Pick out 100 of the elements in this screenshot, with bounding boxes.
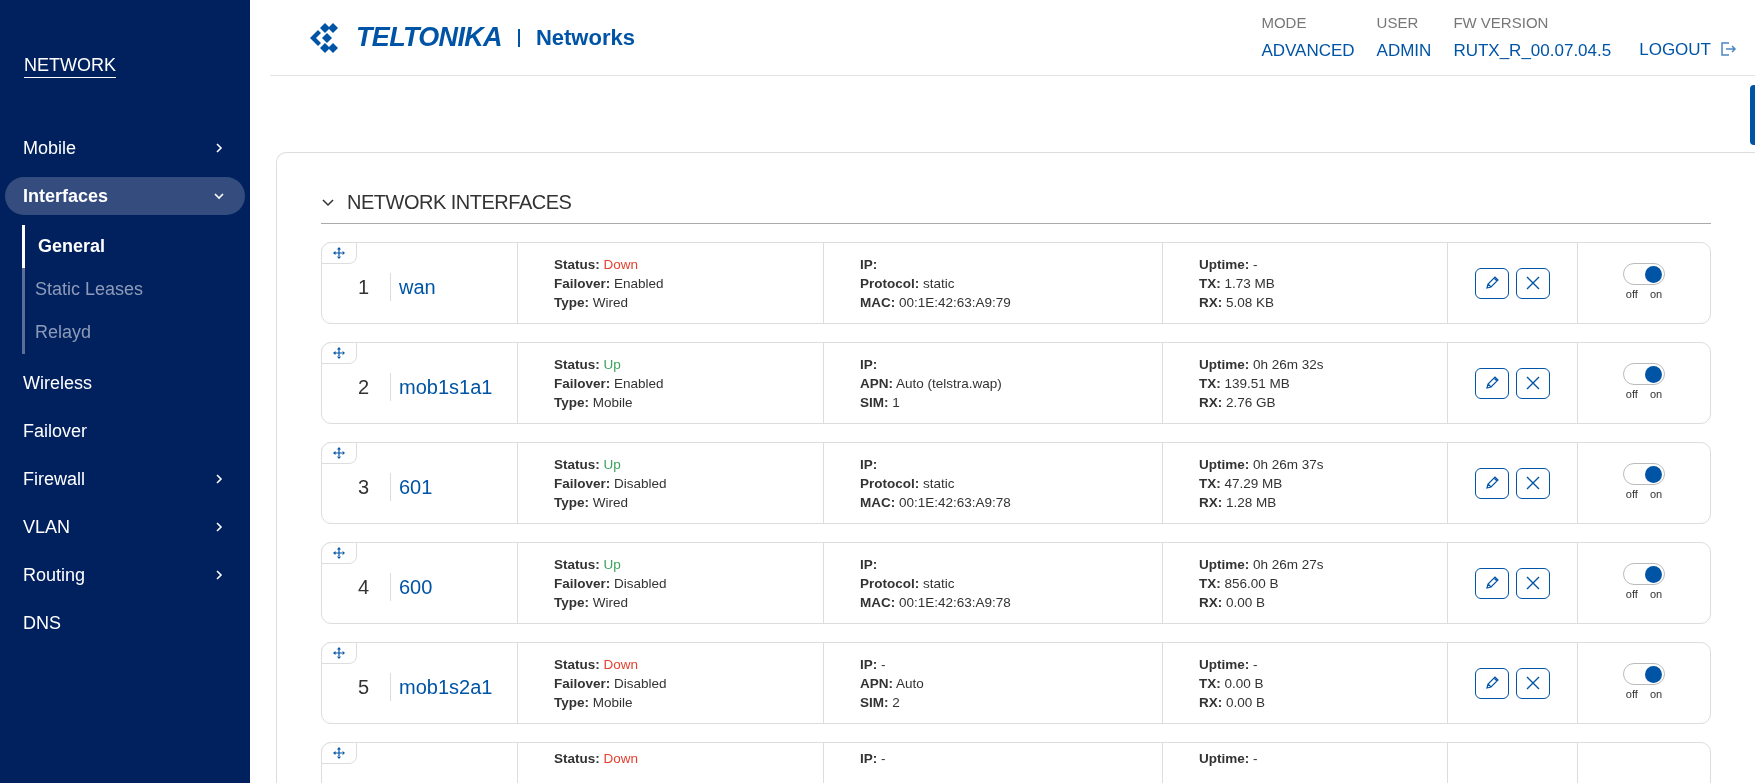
interface-name[interactable]: 601 (399, 472, 433, 502)
sidebar-item[interactable]: Wireless (5, 364, 245, 402)
edit-button[interactable] (1475, 667, 1509, 699)
field-text: Uptime: 0h 26m 27s (1199, 555, 1325, 574)
info-label: USER (1376, 12, 1420, 33)
drag-handle[interactable] (321, 242, 357, 264)
status-text: Status: Down (554, 655, 640, 674)
toggle-off-label: off (1625, 687, 1638, 703)
field-text: RX: 1.28 MB (1199, 493, 1278, 512)
status-text: Status: Up (554, 555, 622, 574)
field-text: IP: - (860, 655, 887, 674)
product-name: Networks (535, 24, 635, 52)
sidebar-item[interactable]: Firewall (5, 460, 245, 498)
interface-name[interactable]: wan (399, 272, 436, 302)
sidebar-item[interactable]: DNS (5, 604, 245, 642)
status-text: Status: Down (554, 255, 640, 274)
chevron-icon (213, 569, 225, 581)
submenu-item[interactable]: General (22, 225, 250, 268)
row-index: 4 (358, 575, 371, 600)
field-text: MAC: 00:1E:42:63:A9:78 (860, 493, 1012, 512)
delete-button[interactable] (1516, 367, 1550, 399)
delete-button[interactable] (1516, 567, 1550, 599)
sidebar-item[interactable]: Mobile (5, 129, 245, 167)
sidebar-item[interactable]: Interfaces (5, 177, 245, 215)
chevron-icon (213, 521, 225, 533)
toggle-off-label: off (1625, 387, 1638, 403)
field-text: IP: (860, 255, 879, 274)
section-title: NETWORK INTERFACES (347, 190, 572, 215)
drag-handle[interactable] (321, 642, 357, 664)
field-text: SIM: 1 (860, 393, 901, 412)
toggle-off-label: off (1625, 587, 1638, 603)
field-text: Type: Wired (554, 593, 630, 612)
info-label: FW VERSION (1453, 12, 1550, 33)
field-text: Protocol: static (860, 474, 956, 493)
delete-button[interactable] (1516, 467, 1550, 499)
delete-button[interactable] (1516, 667, 1550, 699)
field-text: Type: Wired (554, 493, 630, 512)
close-icon (1525, 275, 1541, 291)
submenu-item[interactable]: Relayd (25, 311, 250, 354)
sidebar-item[interactable]: Routing (5, 556, 245, 594)
toggle-on-label: on (1649, 287, 1663, 303)
move-icon (333, 347, 345, 359)
field-text: APN: Auto (860, 674, 925, 693)
field-text: Failover: Enabled (554, 274, 665, 293)
pencil-icon (1484, 575, 1500, 591)
move-icon (333, 247, 345, 259)
chevron-icon (213, 142, 225, 154)
info-value: ADMIN (1376, 40, 1432, 62)
toggle-on-label: on (1649, 487, 1663, 503)
delete-button[interactable] (1516, 267, 1550, 299)
edit-button[interactable] (1475, 467, 1509, 499)
field-text: Failover: Enabled (554, 374, 665, 393)
field-text: IP: - (860, 750, 887, 768)
edit-button[interactable] (1475, 367, 1509, 399)
info-value: RUTX_R_00.07.04.5 (1453, 40, 1612, 62)
toggle-on-label: on (1649, 587, 1663, 603)
toggle-on-label: on (1649, 687, 1663, 703)
chevron-icon (213, 473, 225, 485)
move-icon (333, 747, 345, 759)
sidebar-item[interactable]: Failover (5, 412, 245, 450)
submenu-item[interactable]: Static Leases (25, 268, 250, 311)
drag-handle[interactable] (321, 742, 357, 764)
move-icon (333, 447, 345, 459)
move-icon (333, 647, 345, 659)
field-text: TX: 1.73 MB (1199, 274, 1276, 293)
interface-name[interactable]: mob1s1a1 (399, 372, 493, 402)
field-text: Type: Wired (554, 293, 630, 312)
drag-handle[interactable] (321, 342, 357, 364)
field-text: Uptime: - (1199, 655, 1259, 674)
drag-handle[interactable] (321, 542, 357, 564)
row-index: 2 (358, 375, 371, 400)
toggle-off-label: off (1625, 487, 1638, 503)
field-text: Failover: Disabled (554, 674, 668, 693)
sidebar-item[interactable]: VLAN (5, 508, 245, 546)
field-text: Type: Mobile (554, 393, 634, 412)
edit-button[interactable] (1475, 567, 1509, 599)
info-label: MODE (1261, 12, 1308, 33)
field-text: IP: (860, 355, 879, 374)
close-icon (1525, 575, 1541, 591)
toggle-on-label: on (1649, 387, 1663, 403)
field-text: Failover: Disabled (554, 474, 668, 493)
field-text: TX: 856.00 B (1199, 574, 1280, 593)
interface-name[interactable]: 600 (399, 572, 433, 602)
field-text: Uptime: - (1199, 255, 1259, 274)
toggle-off-label: off (1625, 287, 1638, 303)
field-text: IP: (860, 555, 879, 574)
drag-handle[interactable] (321, 442, 357, 464)
field-text: RX: 2.76 GB (1199, 393, 1277, 412)
field-text: Uptime: - (1199, 750, 1259, 768)
field-text: RX: 0.00 B (1199, 593, 1267, 612)
row-index: 1 (358, 275, 371, 300)
edit-button[interactable] (1475, 267, 1509, 299)
field-text: TX: 0.00 B (1199, 674, 1265, 693)
field-text: APN: Auto (telstra.wap) (860, 374, 1003, 393)
close-icon (1525, 375, 1541, 391)
interface-name[interactable]: mob1s2a1 (399, 672, 493, 702)
close-icon (1525, 475, 1541, 491)
field-text: Protocol: static (860, 574, 956, 593)
pencil-icon (1484, 275, 1500, 291)
logout-button[interactable]: LOGOUT (1639, 36, 1737, 62)
